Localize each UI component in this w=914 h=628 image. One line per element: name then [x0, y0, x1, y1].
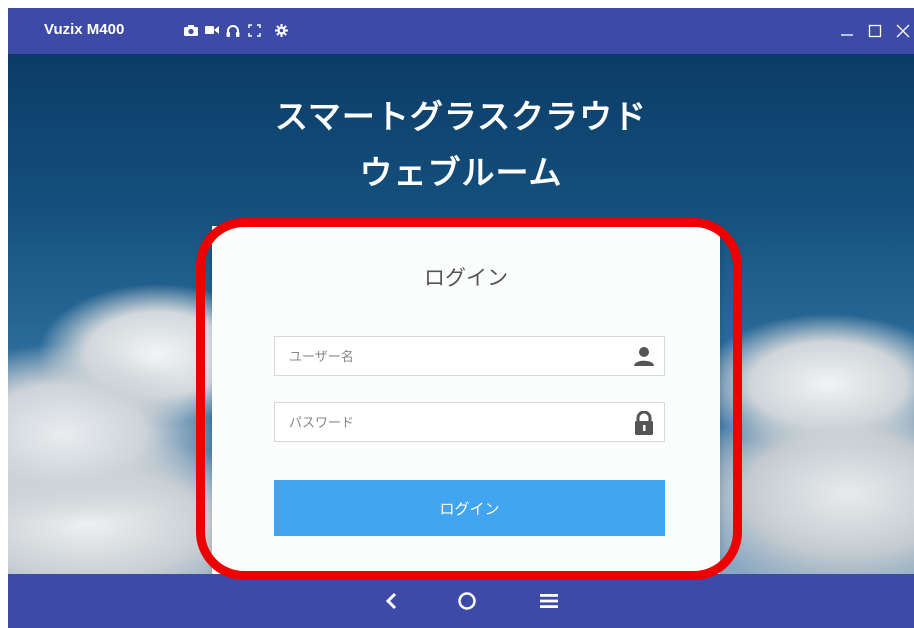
camera-icon[interactable]: [184, 22, 198, 38]
menu-icon[interactable]: [534, 586, 564, 616]
highlight-annotation: [196, 218, 742, 580]
maximize-icon[interactable]: [864, 16, 886, 46]
window-controls: [836, 16, 914, 46]
toolbar: [184, 22, 288, 38]
close-icon[interactable]: [892, 16, 914, 46]
minimize-icon[interactable]: [836, 16, 858, 46]
gear-icon[interactable]: [274, 22, 288, 38]
bottom-nav: [8, 574, 914, 628]
headset-icon[interactable]: [226, 22, 240, 38]
video-icon[interactable]: [205, 22, 219, 38]
headline-line2: ウェブルーム: [359, 153, 563, 192]
back-icon[interactable]: [376, 586, 406, 616]
home-icon[interactable]: [452, 586, 482, 616]
fullscreen-icon[interactable]: [247, 22, 261, 38]
emulator-window: Vuzix M400 スマートグラスクラウド ウェブルーム ログイン ユーザー名…: [8, 8, 914, 628]
window-title: Vuzix M400: [44, 21, 125, 38]
title-bar: Vuzix M400: [8, 8, 914, 54]
headline-line1: スマートグラスクラウド: [274, 97, 648, 136]
